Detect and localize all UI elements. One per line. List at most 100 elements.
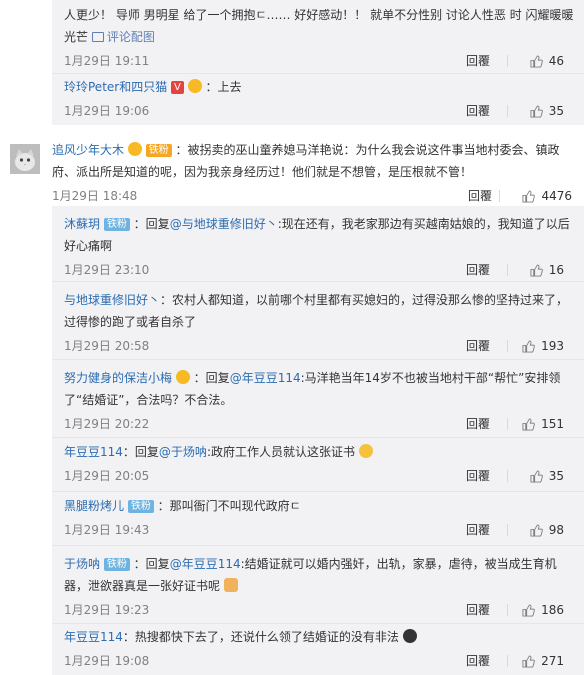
verified-badge-icon: V	[171, 81, 184, 94]
fan-badge: 铁粉	[145, 144, 172, 157]
fan-badge: 铁粉	[103, 558, 130, 571]
divider	[507, 524, 508, 536]
comment-image-link[interactable]: 评论配图	[91, 30, 155, 44]
like-button[interactable]: 98	[530, 517, 564, 543]
cat-avatar-icon	[10, 144, 40, 174]
timestamp: 1月29日 19:06	[64, 104, 150, 118]
username-link[interactable]: 与地球重修旧好丶	[64, 293, 160, 307]
username-link[interactable]: 年豆豆114	[64, 630, 123, 644]
comment: 追风少年大木 铁粉 ：被拐卖的巫山童养媳马洋艳说：为什么我会说这件事当地村委会、…	[0, 134, 584, 203]
reply-button[interactable]: 回覆	[466, 48, 490, 74]
like-button[interactable]: 271	[522, 648, 564, 674]
username-link[interactable]: 玲玲Peter和四只猫	[64, 80, 167, 94]
reply-button[interactable]: 回覆	[466, 597, 490, 623]
list-item: 沐蘇玥 铁粉 ：回复@与地球重修旧好丶:现在还有，我老家那边有买越南姑娘的，我知…	[52, 206, 584, 282]
reply-meta: 1月29日 23:10 回覆 16	[64, 257, 574, 283]
reply-text: ：上去	[205, 80, 242, 94]
thumbs-up-icon	[522, 189, 536, 203]
mention-link[interactable]: @与地球重修旧好丶	[170, 217, 278, 231]
divider	[507, 655, 508, 667]
reply-meta: 1月29日 19:08 回覆 271	[64, 648, 574, 674]
divider	[507, 105, 508, 117]
username-link[interactable]: 年豆豆114	[64, 445, 123, 459]
list-item: 努力健身的保洁小梅 ：回复@年豆豆114:马洋艳当年14岁不也被当地村干部“帮忙…	[52, 360, 584, 438]
thumbs-up-icon	[530, 263, 543, 277]
username-link[interactable]: 追风少年大木	[52, 143, 124, 157]
like-count: 271	[541, 654, 564, 668]
like-button[interactable]: 16	[530, 257, 564, 283]
mention-link[interactable]: @于炀呐	[159, 445, 207, 459]
like-button[interactable]: 46	[530, 48, 564, 74]
comment-thread: 人更少！ 导师 男明星 给了一个拥抱ㄷ…… 好好感动！！ 就单不分性别 讨论人性…	[0, 0, 584, 675]
like-button[interactable]: 151	[522, 411, 564, 437]
list-item: 年豆豆114：热搜都快下去了，还说什么领了结婚证的没有非法 1月29日 19:0…	[52, 624, 584, 675]
reply-button[interactable]: 回覆	[466, 333, 490, 359]
hands-emoji-icon	[223, 578, 238, 592]
thumbs-up-icon	[522, 654, 535, 668]
list-item: 黑腿粉烤儿 铁粉 ：那叫衙门不叫现代政府ㄷ 1月29日 19:43 回覆 98	[52, 492, 584, 546]
fan-badge: 铁粉	[127, 500, 154, 513]
member-crown-icon	[175, 370, 190, 384]
timestamp: 1月29日 20:05	[64, 469, 150, 483]
thumbs-up-icon	[522, 417, 535, 431]
username-link[interactable]: 于炀呐	[64, 557, 100, 571]
list-item: 玲玲Peter和四只猫 V ：上去 1月29日 19:06 回覆 35	[52, 74, 584, 125]
reply-meta: 1月29日 20:22 回覆 151	[64, 411, 574, 437]
like-count: 16	[548, 263, 564, 277]
reply-text: ：那叫衙门不叫现代政府ㄷ	[157, 499, 301, 513]
like-button[interactable]: 35	[530, 463, 564, 489]
dark-face-emoji-icon	[402, 629, 417, 643]
divider	[507, 470, 508, 482]
timestamp: 1月29日 19:11	[64, 54, 150, 68]
timestamp: 1月29日 19:43	[64, 523, 150, 537]
mention-link[interactable]: @年豆豆114	[230, 371, 301, 385]
username-link[interactable]: 沐蘇玥	[64, 217, 100, 231]
like-count: 46	[548, 54, 564, 68]
reply-button[interactable]: 回覆	[466, 98, 490, 124]
like-count: 35	[548, 469, 564, 483]
reply-meta: 1月29日 20:05 回覆 35	[64, 463, 574, 489]
reply-button[interactable]: 回覆	[466, 411, 490, 437]
like-count: 35	[548, 104, 564, 118]
member-crown-icon	[187, 79, 202, 93]
reply-button[interactable]: 回覆	[466, 257, 490, 283]
list-item: 于炀呐 铁粉 ：回复@年豆豆114:结婚证就可以婚内强奸，出轨，家暴，虐待，被当…	[52, 546, 584, 624]
like-count: 98	[548, 523, 564, 537]
timestamp: 1月29日 19:08	[64, 654, 150, 668]
like-count: 151	[541, 417, 564, 431]
timestamp: 1月29日 20:58	[64, 339, 150, 353]
reply-button[interactable]: 回覆	[466, 648, 490, 674]
reply-meta: 1月29日 20:58 回覆 193	[64, 333, 574, 359]
avatar[interactable]	[10, 144, 40, 174]
timestamp: 1月29日 23:10	[64, 263, 150, 277]
reply-button[interactable]: 回覆	[466, 517, 490, 543]
divider	[507, 418, 508, 430]
divider	[507, 340, 508, 352]
like-button[interactable]: 186	[522, 597, 564, 623]
reply-button[interactable]: 回覆	[466, 463, 490, 489]
list-item: 年豆豆114：回复@于炀呐:政府工作人员就认这张证书 1月29日 20:05 回…	[52, 438, 584, 492]
like-count: 186	[541, 603, 564, 617]
reply-meta: 1月29日 19:43 回覆 98	[64, 517, 574, 543]
thumbs-up-icon	[530, 523, 543, 537]
username-link[interactable]: 努力健身的保洁小梅	[64, 371, 172, 385]
mention-link[interactable]: @年豆豆114	[170, 557, 241, 571]
divider	[507, 604, 508, 616]
previous-replies-box: 人更少！ 导师 男明星 给了一个拥抱ㄷ…… 好好感动！！ 就单不分性别 讨论人性…	[52, 0, 584, 125]
reply-meta: 1月29日 19:11 回覆 46	[64, 48, 574, 74]
divider	[507, 55, 508, 67]
divider	[499, 190, 500, 202]
thumbs-up-icon	[530, 54, 543, 68]
reply-text: ：热搜都快下去了，还说什么领了结婚证的没有非法	[122, 630, 399, 644]
list-item: 与地球重修旧好丶：农村人都知道，以前哪个村里都有买媳妇的，过得没那么惨的坚持过来…	[52, 282, 584, 360]
thumbs-up-icon	[530, 104, 543, 118]
thumbs-up-icon	[522, 339, 535, 353]
username-link[interactable]: 黑腿粉烤儿	[64, 499, 124, 513]
like-button[interactable]: 193	[522, 333, 564, 359]
like-button[interactable]: 35	[530, 98, 564, 124]
thumbs-up-icon	[522, 603, 535, 617]
fan-badge: 铁粉	[103, 218, 130, 231]
reply-meta: 1月29日 19:23 回覆 186	[64, 597, 574, 623]
replies-box: 沐蘇玥 铁粉 ：回复@与地球重修旧好丶:现在还有，我老家那边有买越南姑娘的，我知…	[52, 206, 584, 675]
timestamp: 1月29日 19:23	[64, 603, 150, 617]
